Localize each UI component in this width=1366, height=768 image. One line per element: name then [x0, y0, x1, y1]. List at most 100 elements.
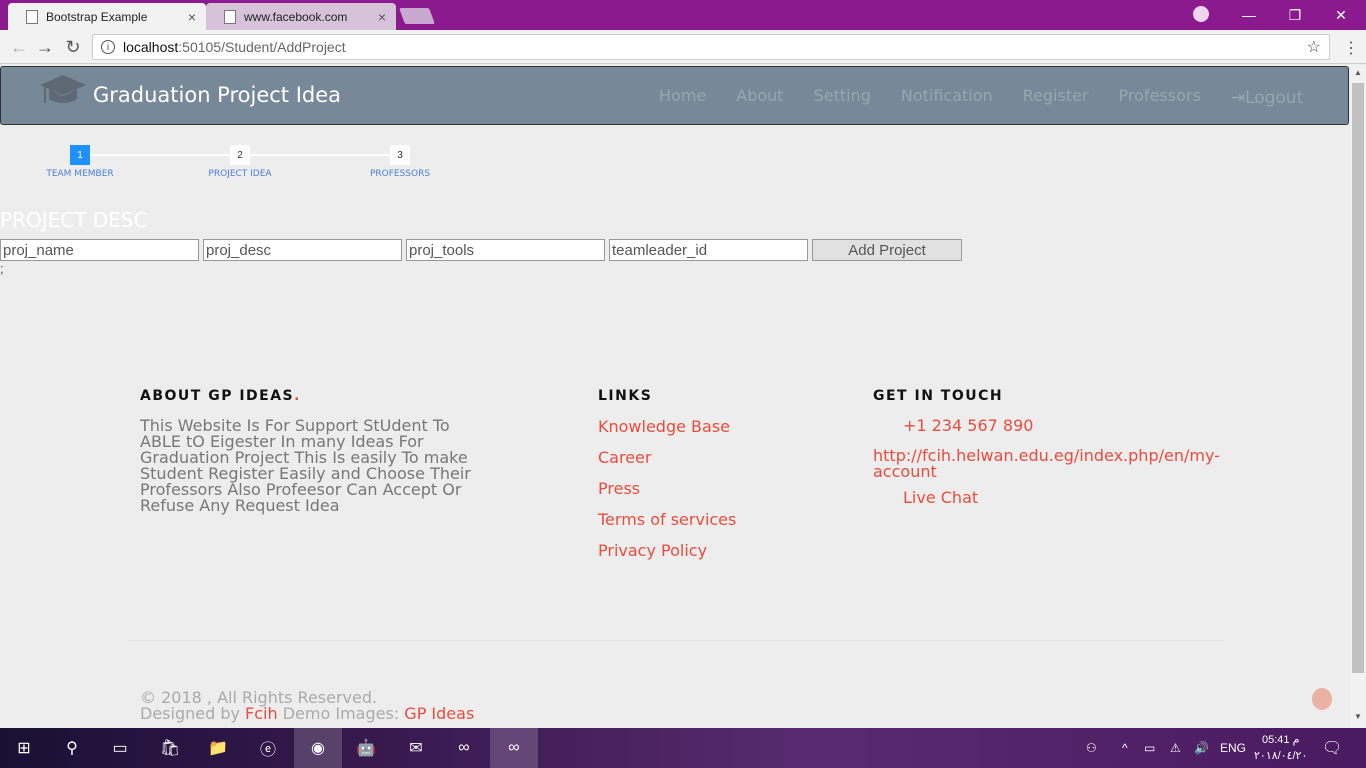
page-viewport: Graduation Project Idea Home About Setti…: [0, 65, 1350, 728]
proj-name-input[interactable]: [0, 239, 199, 261]
visual-studio-icon[interactable]: ∞: [452, 736, 476, 760]
designer-link[interactable]: Fcih: [245, 704, 278, 723]
contact-website-link[interactable]: http://fcih.helwan.edu.eg/index.php/en/m…: [873, 448, 1223, 480]
close-icon[interactable]: ×: [378, 9, 386, 25]
clock-date: ٢٠١٨/٠٤/٢٠: [1254, 750, 1308, 762]
copyright-block: © 2018 , All Rights Reserved. Designed b…: [140, 690, 474, 722]
scroll-up-icon[interactable]: ▲: [1354, 68, 1362, 77]
main-menu: Home About Setting Notification Register…: [659, 86, 1303, 108]
windows-start-icon[interactable]: ⊞: [12, 736, 36, 760]
link-press[interactable]: Press: [598, 479, 736, 498]
contact-phone[interactable]: +1 234 567 890: [873, 418, 1233, 434]
page-scrollbar[interactable]: ▲ ▼: [1350, 65, 1366, 728]
mail-icon[interactable]: ✉: [404, 736, 428, 760]
link-career[interactable]: Career: [598, 448, 736, 467]
scroll-thumb[interactable]: [1352, 83, 1364, 673]
nav-setting[interactable]: Setting: [814, 86, 871, 108]
profile-icon[interactable]: [1193, 6, 1209, 22]
visual-studio-active-icon[interactable]: ∞: [490, 728, 538, 768]
tab-bootstrap-example[interactable]: Bootstrap Example ×: [8, 3, 206, 30]
page-icon: [224, 9, 236, 24]
close-icon[interactable]: ×: [188, 9, 196, 25]
task-view-icon[interactable]: ▭: [108, 736, 132, 760]
step-2[interactable]: 2: [230, 145, 250, 165]
footer-contact: GET IN TOUCH +1 234 567 890 http://fcih.…: [873, 388, 1233, 506]
tray-chevron-icon[interactable]: ^: [1122, 728, 1128, 768]
step-label-project-idea: PROJECT IDEA: [208, 169, 272, 179]
url-host: localhost: [123, 39, 179, 55]
form-title: PROJECT DESC: [0, 208, 148, 232]
contact-heading: GET IN TOUCH: [873, 388, 1004, 404]
nav-home[interactable]: Home: [659, 86, 706, 108]
proj-desc-input[interactable]: [203, 239, 402, 261]
clock-time: 05:41 م: [1261, 734, 1300, 746]
android-studio-icon[interactable]: 🤖: [354, 736, 378, 760]
nav-professors[interactable]: Professors: [1119, 86, 1201, 108]
chrome-icon[interactable]: ◉: [294, 728, 342, 768]
reload-icon[interactable]: ↻: [62, 36, 84, 58]
progress-wizard: 1 2 3 TEAM MEMBER PROJECT IDEA PROFESSOR…: [0, 145, 480, 185]
add-project-button[interactable]: Add Project: [812, 239, 962, 261]
close-window-button[interactable]: ✕: [1318, 0, 1364, 30]
battery-icon[interactable]: ▭: [1144, 728, 1155, 768]
search-icon[interactable]: ⚲: [60, 736, 84, 760]
add-project-form: Add Project: [0, 239, 962, 261]
url-path: :50105/Student/AddProject: [178, 39, 346, 55]
notification-center-icon[interactable]: 🗨: [1322, 728, 1342, 768]
step-label-professors: PROFESSORS: [369, 169, 431, 179]
restore-button[interactable]: ❐: [1272, 0, 1318, 30]
about-heading: ABOUT GP IDEAS.: [140, 388, 301, 404]
file-explorer-icon[interactable]: 📁: [206, 736, 230, 760]
page-icon: [26, 9, 38, 24]
edge-icon[interactable]: ⓔ: [256, 736, 280, 760]
people-icon[interactable]: ⚇: [1086, 728, 1097, 768]
volume-icon[interactable]: 🔊: [1194, 728, 1209, 768]
footer-links: LINKS Knowledge Base Career Press Terms …: [598, 388, 736, 560]
language-indicator[interactable]: ENG: [1220, 728, 1246, 768]
link-knowledge-base[interactable]: Knowledge Base: [598, 417, 736, 436]
chat-widget-icon[interactable]: [1312, 688, 1332, 710]
about-text: This Website Is For Support StUdent To A…: [140, 416, 471, 515]
live-chat-link[interactable]: Live Chat: [873, 490, 1233, 506]
proj-tools-input[interactable]: [406, 239, 605, 261]
credits-line: Designed by Fcih Demo Images: GP Ideas: [140, 704, 475, 723]
info-icon[interactable]: i: [101, 40, 115, 54]
browser-tab-strip: Bootstrap Example × www.facebook.com × —…: [0, 0, 1366, 30]
address-toolbar: ← → ↻ i localhost :50105/Student/AddProj…: [0, 30, 1366, 64]
network-icon[interactable]: ⚠: [1170, 728, 1181, 768]
scroll-down-icon[interactable]: ▼: [1354, 712, 1362, 721]
footer-divider: [128, 640, 1224, 641]
link-privacy[interactable]: Privacy Policy: [598, 541, 736, 560]
system-clock[interactable]: 05:41 م ٢٠١٨/٠٤/٢٠: [1254, 732, 1307, 764]
logout-label: Logout: [1245, 88, 1304, 108]
back-arrow-icon[interactable]: ←: [8, 36, 30, 58]
trailing-text: ;: [0, 261, 4, 276]
minimize-button[interactable]: —: [1226, 0, 1272, 30]
tab-title: www.facebook.com: [244, 9, 348, 24]
site-navbar: Graduation Project Idea Home About Setti…: [0, 66, 1349, 125]
nav-register[interactable]: Register: [1023, 86, 1089, 108]
footer-about: ABOUT GP IDEAS. This Website Is For Supp…: [140, 388, 485, 514]
links-heading: LINKS: [598, 388, 653, 404]
link-terms[interactable]: Terms of services: [598, 510, 736, 529]
logout-icon: ⇥: [1230, 88, 1246, 108]
url-bar[interactable]: i localhost :50105/Student/AddProject ☆: [92, 34, 1330, 60]
windows-taskbar: ⊞ ⚲ ▭ 🛍 📁 ⓔ ◉ 🤖 ✉ ∞ ∞ ⚇ ^ ▭ ⚠ 🔊 ENG 05:4…: [0, 728, 1366, 768]
step-label-team-member: TEAM MEMBER: [46, 169, 114, 179]
nav-notification[interactable]: Notification: [901, 86, 993, 108]
teamleader-id-input[interactable]: [609, 239, 808, 261]
nav-about[interactable]: About: [736, 86, 783, 108]
bookmark-star-icon[interactable]: ☆: [1307, 37, 1321, 57]
tab-title: Bootstrap Example: [46, 9, 148, 24]
menu-kebab-icon[interactable]: ⋮: [1343, 38, 1359, 58]
step-3[interactable]: 3: [390, 145, 410, 165]
nav-logout[interactable]: ⇥Logout: [1231, 86, 1303, 108]
site-brand[interactable]: Graduation Project Idea: [93, 83, 341, 107]
graduation-cap-icon: [40, 75, 86, 103]
demo-source-link[interactable]: GP Ideas: [404, 704, 474, 723]
tab-facebook[interactable]: www.facebook.com ×: [206, 3, 396, 30]
store-icon[interactable]: 🛍: [158, 736, 182, 760]
new-tab-button[interactable]: [399, 8, 435, 24]
forward-arrow-icon[interactable]: →: [34, 36, 56, 58]
step-1[interactable]: 1: [70, 145, 90, 165]
